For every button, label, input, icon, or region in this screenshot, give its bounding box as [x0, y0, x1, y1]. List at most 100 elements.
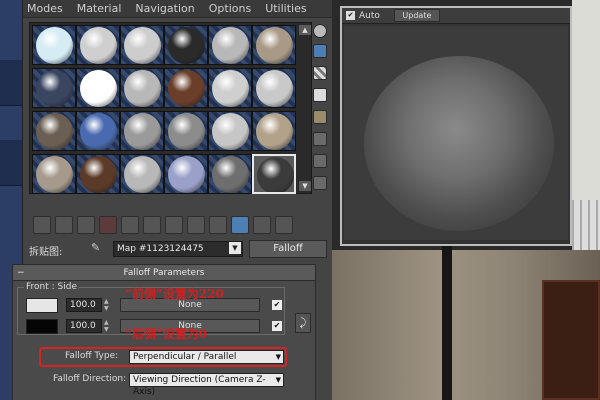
side-color-swatch[interactable] [26, 319, 58, 334]
material-sphere [124, 113, 161, 150]
uv-tiling-icon[interactable] [313, 88, 327, 102]
material-sphere [212, 113, 249, 150]
update-button[interactable]: Update [393, 9, 440, 22]
menu-options[interactable]: Options [209, 2, 251, 15]
left-strip-tab[interactable] [0, 60, 22, 106]
falloff-parameters-rollout: − Falloff Parameters Front : Side 100.0 … [12, 264, 316, 400]
copy-material-icon[interactable] [121, 216, 139, 234]
falloff-type-label: Falloff Type: [65, 351, 119, 361]
make-unique-icon[interactable] [143, 216, 161, 234]
options-icon[interactable] [313, 154, 327, 168]
menu-modes[interactable]: Modes [27, 2, 63, 15]
material-slot[interactable] [208, 68, 252, 108]
auto-checkbox[interactable]: ✔ [346, 11, 355, 20]
material-sphere [257, 157, 294, 192]
annotation-front: “前侧”设置为220 [125, 287, 224, 301]
preview-sphere [364, 56, 554, 231]
eyedropper-icon[interactable]: ✎ [91, 241, 105, 255]
select-by-material-icon[interactable] [313, 176, 327, 190]
material-toolbar [29, 216, 329, 236]
scene-ceiling-trim [572, 200, 600, 250]
material-slot[interactable] [164, 111, 208, 151]
falloff-direction-label: Falloff Direction: [53, 374, 127, 384]
map-row: 拆贴图: ✎ Map #1123124475 ▼ Falloff [29, 240, 329, 258]
chevron-down-icon: ▼ [275, 376, 281, 384]
show-end-result-icon[interactable] [231, 216, 249, 234]
scroll-up-icon[interactable]: ▲ [299, 25, 311, 35]
background-icon[interactable] [313, 66, 327, 80]
material-slot[interactable] [208, 25, 252, 65]
menu-material[interactable]: Material [77, 2, 122, 15]
go-forward-icon[interactable] [275, 216, 293, 234]
front-amount-spinner[interactable]: ▲ ▼ [104, 298, 110, 312]
rollout-title: Falloff Parameters [123, 268, 205, 278]
material-sphere [212, 156, 249, 193]
material-slot[interactable] [120, 25, 164, 65]
menu-navigation[interactable]: Navigation [135, 2, 194, 15]
map-label: 拆贴图: [29, 247, 63, 258]
material-slot[interactable] [164, 154, 208, 194]
material-slot[interactable] [76, 68, 120, 108]
material-sphere [168, 70, 205, 107]
material-slot[interactable] [32, 25, 76, 65]
material-slot[interactable] [164, 68, 208, 108]
material-sphere [124, 70, 161, 107]
material-slot[interactable] [120, 68, 164, 108]
material-slot[interactable] [252, 25, 296, 65]
video-color-check-icon[interactable] [313, 110, 327, 124]
material-sphere [36, 113, 73, 150]
falloff-direction-select[interactable]: Viewing Direction (Camera Z-Axis) ▼ [129, 373, 284, 397]
reset-map-icon[interactable] [99, 216, 117, 234]
auto-label: Auto [359, 10, 380, 21]
material-slot[interactable] [120, 111, 164, 151]
menu-bar: Modes Material Navigation Options Utilit… [23, 0, 332, 18]
make-preview-icon[interactable] [313, 132, 327, 146]
falloff-direction-value: Viewing Direction (Camera Z-Axis) [133, 375, 266, 397]
material-slot[interactable] [76, 25, 120, 65]
preview-canvas [344, 26, 568, 240]
side-amount-field[interactable]: 100.0 [66, 319, 102, 333]
material-slot[interactable] [32, 111, 76, 151]
side-amount-spinner[interactable]: ▲ ▼ [104, 319, 110, 333]
front-map-toggle[interactable]: ✔ [272, 300, 282, 310]
show-map-icon[interactable] [209, 216, 227, 234]
material-slot[interactable] [32, 68, 76, 108]
rollout-header[interactable]: − Falloff Parameters [13, 265, 315, 281]
material-slot[interactable] [120, 154, 164, 194]
left-strip-tab[interactable] [0, 140, 22, 186]
material-slot[interactable] [76, 154, 120, 194]
material-slot[interactable] [164, 25, 208, 65]
map-type-button[interactable]: Falloff [249, 240, 327, 258]
material-slot[interactable] [208, 111, 252, 151]
backlight-icon[interactable] [313, 44, 327, 58]
menu-utilities[interactable]: Utilities [265, 2, 306, 15]
get-material-icon[interactable] [33, 216, 51, 234]
material-sphere [256, 70, 293, 107]
material-slot[interactable] [208, 154, 252, 194]
falloff-type-select[interactable]: Perpendicular / Parallel ▼ [129, 350, 284, 364]
front-color-swatch[interactable] [26, 298, 58, 313]
material-id-icon[interactable] [187, 216, 205, 234]
assign-material-icon[interactable] [77, 216, 95, 234]
go-to-parent-icon[interactable] [253, 216, 271, 234]
material-sphere [80, 156, 117, 193]
preview-window: ✔ Auto Update [340, 6, 572, 246]
side-toolbar [311, 22, 329, 194]
scroll-down-icon[interactable]: ▼ [299, 181, 311, 191]
sample-type-icon[interactable] [313, 24, 327, 38]
material-slot[interactable] [76, 111, 120, 151]
front-amount-field[interactable]: 100.0 [66, 298, 102, 312]
map-name-dropdown-icon[interactable]: ▼ [229, 242, 241, 254]
material-slot[interactable] [252, 111, 296, 151]
material-slot[interactable] [252, 154, 296, 194]
material-slot[interactable] [252, 68, 296, 108]
put-material-icon[interactable] [55, 216, 73, 234]
map-name-field[interactable]: Map #1123124475 [113, 241, 243, 257]
preview-toolbar: ✔ Auto Update [342, 8, 570, 24]
put-to-library-icon[interactable] [165, 216, 183, 234]
material-sphere [168, 113, 205, 150]
chevron-down-icon: ▼ [275, 353, 281, 361]
swap-colors-icon[interactable]: ⤸ [295, 313, 311, 333]
side-map-toggle[interactable]: ✔ [272, 321, 282, 331]
material-slot[interactable] [32, 154, 76, 194]
